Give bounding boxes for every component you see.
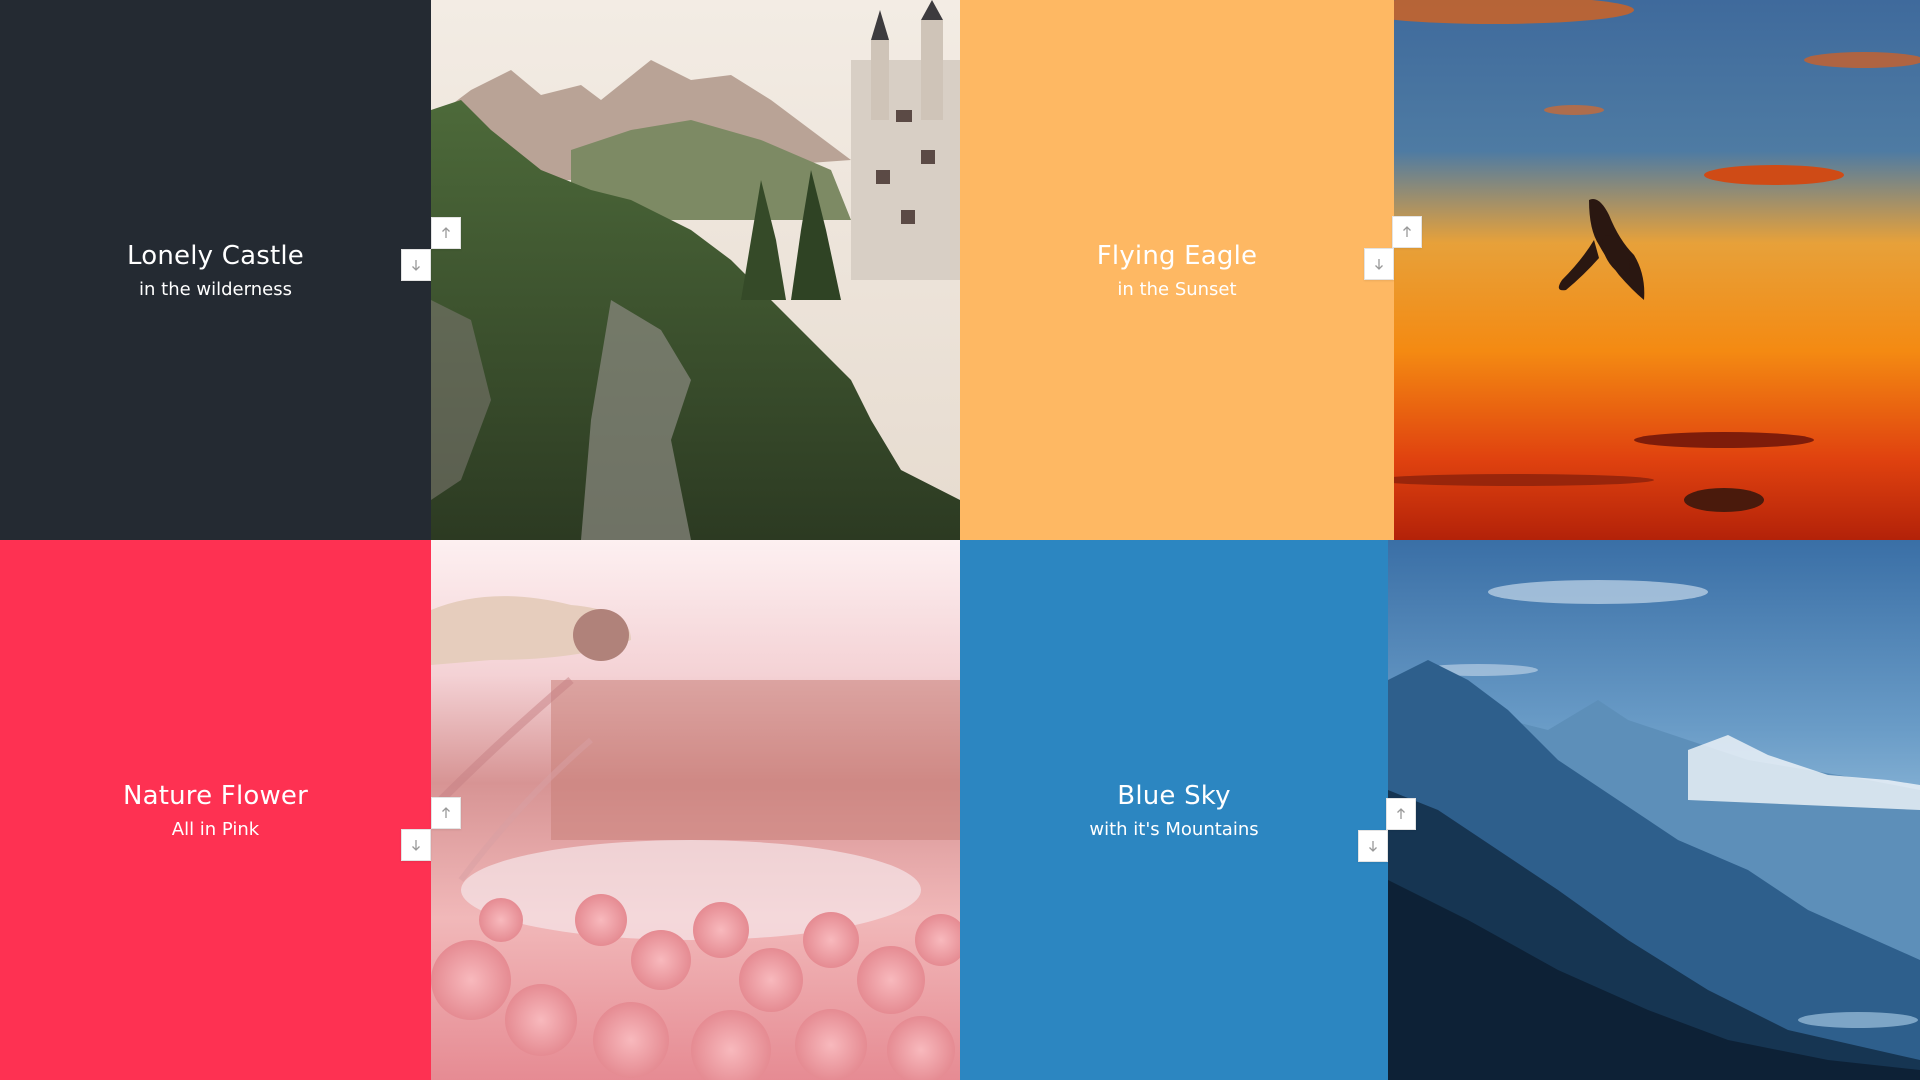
pink-flowers-photo xyxy=(431,540,960,1080)
scroll-down-button[interactable] xyxy=(1364,248,1394,280)
scroll-down-button[interactable] xyxy=(401,829,431,861)
scroll-down-button[interactable] xyxy=(1358,830,1388,862)
arrow-up-icon xyxy=(1397,808,1405,819)
tile-lonely-castle-panel: Lonely Castle in the wilderness xyxy=(0,0,431,540)
tile-subtitle: with it's Mountains xyxy=(1089,818,1259,840)
arrow-up-icon xyxy=(442,227,450,238)
tile-title: Nature Flower xyxy=(122,780,309,811)
scroll-up-button[interactable] xyxy=(1392,216,1422,248)
tile-title: Flying Eagle xyxy=(1096,240,1258,271)
tile-subtitle: in the Sunset xyxy=(1117,278,1237,300)
arrow-up-icon xyxy=(442,807,450,818)
tile-subtitle: in the wilderness xyxy=(139,278,292,300)
arrow-down-icon xyxy=(1369,841,1377,852)
tile-flying-eagle-panel: Flying Eagle in the Sunset xyxy=(960,0,1394,540)
castle-photo xyxy=(431,0,960,540)
tile-nature-flower-panel: Nature Flower All in Pink xyxy=(0,540,431,1080)
tile-caption: Blue Sky with it's Mountains xyxy=(1089,781,1258,840)
scroll-up-button[interactable] xyxy=(1386,798,1416,830)
scroll-up-button[interactable] xyxy=(431,217,461,249)
arrow-down-icon xyxy=(412,260,420,271)
scroll-up-button[interactable] xyxy=(431,797,461,829)
tile-caption: Lonely Castle in the wilderness xyxy=(127,241,304,300)
blue-mountains-photo xyxy=(1388,540,1920,1080)
tile-blue-sky-panel: Blue Sky with it's Mountains xyxy=(960,540,1388,1080)
scroll-down-button[interactable] xyxy=(401,249,431,281)
tile-subtitle: All in Pink xyxy=(171,818,260,840)
tile-caption: Flying Eagle in the Sunset xyxy=(1097,241,1258,300)
tile-title: Lonely Castle xyxy=(127,240,304,271)
arrow-down-icon xyxy=(412,840,420,851)
tile-title: Blue Sky xyxy=(1117,780,1231,811)
tile-caption: Nature Flower All in Pink xyxy=(123,781,308,840)
eagle-sunset-photo xyxy=(1394,0,1920,540)
arrow-up-icon xyxy=(1403,226,1411,237)
arrow-down-icon xyxy=(1375,259,1383,270)
